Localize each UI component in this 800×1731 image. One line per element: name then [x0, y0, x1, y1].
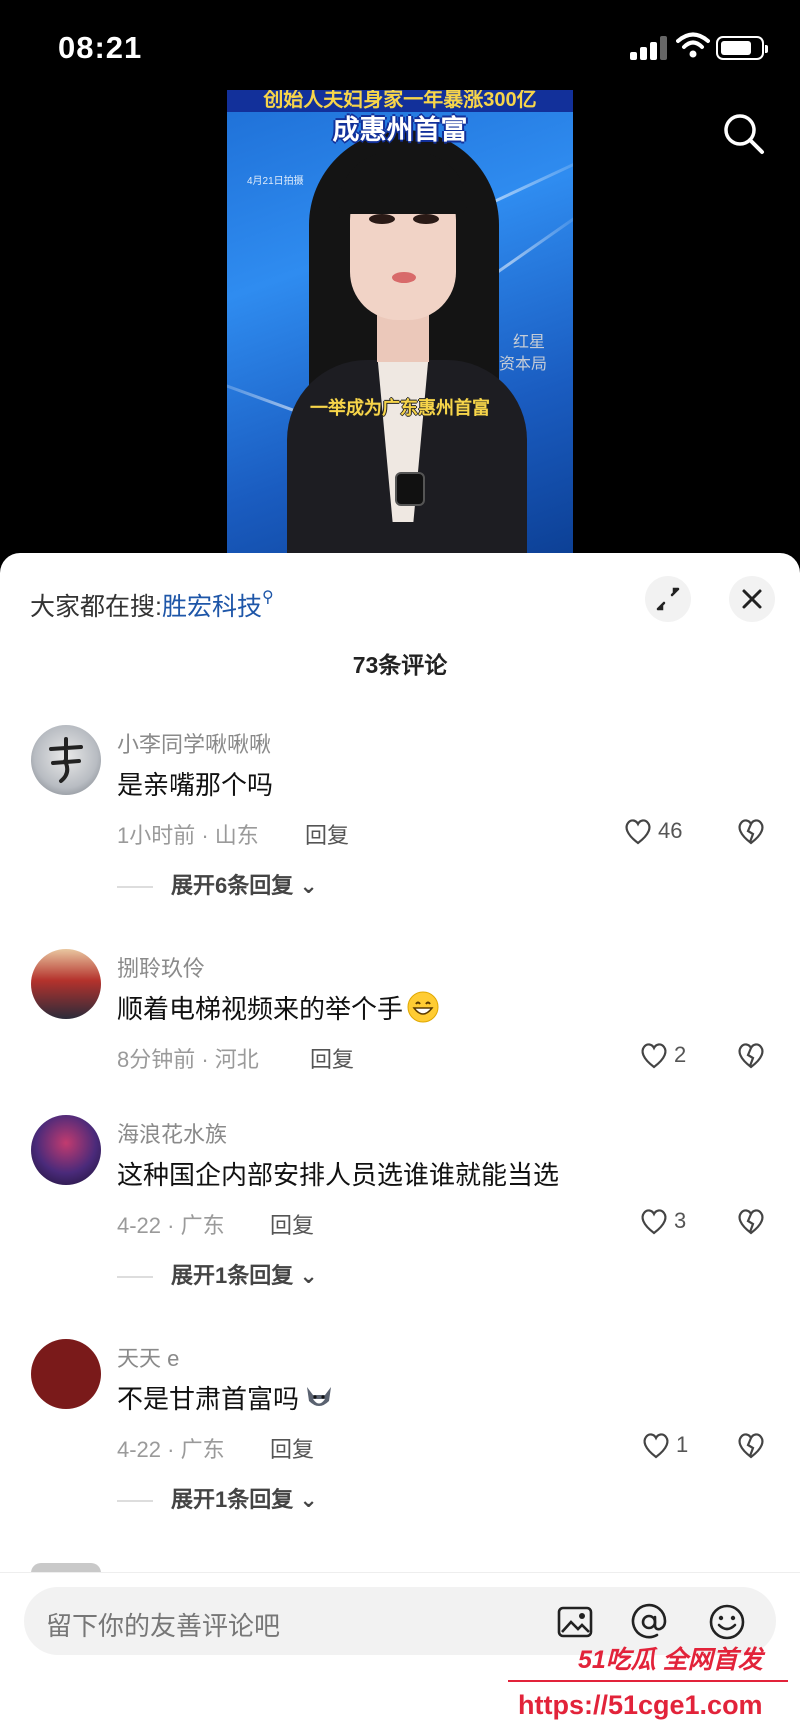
presenter-lips	[392, 272, 416, 283]
search-icon[interactable]	[720, 110, 766, 156]
expand-replies-label: 展开1条回复	[171, 1263, 294, 1288]
reply-button[interactable]: 回复	[270, 1432, 314, 1464]
grinning-emoji-icon	[407, 991, 439, 1023]
reply-button[interactable]: 回复	[270, 1208, 314, 1240]
heart-icon	[643, 1433, 669, 1459]
watermark-line1: 红星	[513, 334, 546, 351]
husky-emoji-icon	[307, 1387, 332, 1406]
broken-heart-icon[interactable]	[735, 1205, 767, 1237]
reply-button[interactable]: 回复	[310, 1042, 354, 1074]
expand-replies-label: 展开6条回复	[171, 873, 294, 898]
wifi-icon	[676, 32, 710, 58]
reply-button[interactable]: 回复	[305, 818, 349, 850]
expand-button[interactable]	[645, 576, 691, 622]
expand-replies-button[interactable]: 展开1条回复 ⌄	[117, 1258, 318, 1290]
comment-meta: 4-22 · 广东	[117, 1213, 225, 1238]
avatar[interactable]	[31, 949, 101, 1019]
like-button[interactable]: 3	[638, 1205, 718, 1239]
comment-username[interactable]: 天天 e	[117, 1341, 179, 1373]
comment-meta: 4-22 · 广东	[117, 1437, 225, 1462]
calligraphy-avatar-icon	[49, 737, 83, 783]
comment-text: 这种国企内部安排人员选谁谁就能当选	[117, 1160, 560, 1190]
like-button[interactable]: 2	[638, 1039, 718, 1073]
hot-search-prefix: 大家都在搜:	[30, 593, 162, 621]
battery-icon	[716, 36, 768, 60]
chevron-down-icon: ⌄	[299, 1263, 318, 1288]
like-count: 2	[674, 1042, 687, 1067]
like-count: 3	[674, 1208, 687, 1233]
video-player[interactable]: 创始人夫妇身家一年暴涨300亿 成惠州首富 4月21日拍摄 红星 资本局 一举成…	[227, 90, 573, 560]
like-button[interactable]: 46	[622, 815, 702, 849]
avatar[interactable]	[31, 1339, 101, 1409]
comment-text: 不是甘肃首富吗	[117, 1384, 300, 1414]
presenter-eye-left	[369, 214, 395, 224]
overlay-watermark-line	[508, 1680, 788, 1682]
hot-search-bar[interactable]: 大家都在搜:胜宏科技⚲	[30, 587, 274, 623]
comment-text: 顺着电梯视频来的举个手	[117, 994, 404, 1024]
comment-username[interactable]: 海浪花水族	[117, 1117, 227, 1149]
lapel-mic	[395, 472, 425, 506]
expand-icon	[656, 587, 680, 611]
image-icon[interactable]	[556, 1603, 594, 1641]
comment-text: 是亲嘴那个吗	[117, 770, 274, 800]
status-time: 08:21	[58, 30, 143, 65]
avatar[interactable]	[31, 1115, 101, 1185]
heart-icon	[641, 1209, 667, 1235]
like-count: 46	[658, 818, 683, 843]
comment-text-line: 顺着电梯视频来的举个手	[117, 989, 439, 1026]
expand-replies-button[interactable]: 展开6条回复 ⌄	[117, 868, 318, 900]
broken-heart-icon[interactable]	[735, 1039, 767, 1071]
video-subtitle: 一举成为广东惠州首富	[310, 398, 490, 418]
expand-replies-label: 展开1条回复	[171, 1487, 294, 1512]
broken-heart-icon[interactable]	[735, 1429, 767, 1461]
watermark-line2: 资本局	[499, 356, 548, 373]
emoji-icon[interactable]	[708, 1603, 746, 1641]
avatar[interactable]	[31, 725, 101, 795]
like-button[interactable]: 1	[640, 1429, 720, 1463]
hot-search-keyword[interactable]: 胜宏科技	[162, 593, 262, 621]
comment-username[interactable]: 小李同学啾啾啾	[117, 727, 271, 759]
close-button[interactable]	[729, 576, 775, 622]
mention-icon[interactable]	[630, 1603, 668, 1641]
comment-sheet: 大家都在搜:胜宏科技⚲ 73条评论 小李同学啾啾啾 是亲嘴那个吗 1小时前 · …	[0, 553, 800, 1731]
like-count: 1	[676, 1432, 689, 1457]
presenter-eye-right	[413, 214, 439, 224]
app-screen: 08:21 创始人夫妇身家一年暴涨300亿 成惠州首富 4月21日拍摄 红星 资…	[0, 0, 800, 1731]
heart-icon	[641, 1043, 667, 1069]
cellular-signal-icon	[630, 36, 668, 60]
close-icon	[742, 589, 762, 609]
overlay-watermark-url: https://51cge1.com	[518, 1690, 763, 1720]
chevron-down-icon: ⌄	[299, 1487, 318, 1512]
comment-meta: 1小时前 · 山东	[117, 823, 259, 848]
heart-icon	[625, 819, 651, 845]
comment-count: 73条评论	[352, 652, 448, 678]
video-watermark: 红星 资本局	[499, 332, 547, 376]
comment-username[interactable]: 捌聆玖伶	[117, 951, 205, 983]
broken-heart-icon[interactable]	[735, 815, 767, 847]
chevron-down-icon: ⌄	[299, 873, 318, 898]
magnifier-icon: ⚲	[261, 589, 274, 606]
video-title: 成惠州首富	[332, 115, 468, 145]
comment-meta: 8分钟前 · 河北	[117, 1047, 259, 1072]
overlay-watermark-brand: 51吃瓜 全网首发	[578, 1646, 763, 1674]
video-date-stamp: 4月21日拍摄	[247, 176, 304, 187]
comment-input-placeholder: 留下你的友善评论吧	[46, 1611, 281, 1641]
status-bar: 08:21	[0, 0, 800, 90]
expand-replies-button[interactable]: 展开1条回复 ⌄	[117, 1482, 318, 1514]
comment-text-line: 不是甘肃首富吗	[117, 1379, 335, 1416]
